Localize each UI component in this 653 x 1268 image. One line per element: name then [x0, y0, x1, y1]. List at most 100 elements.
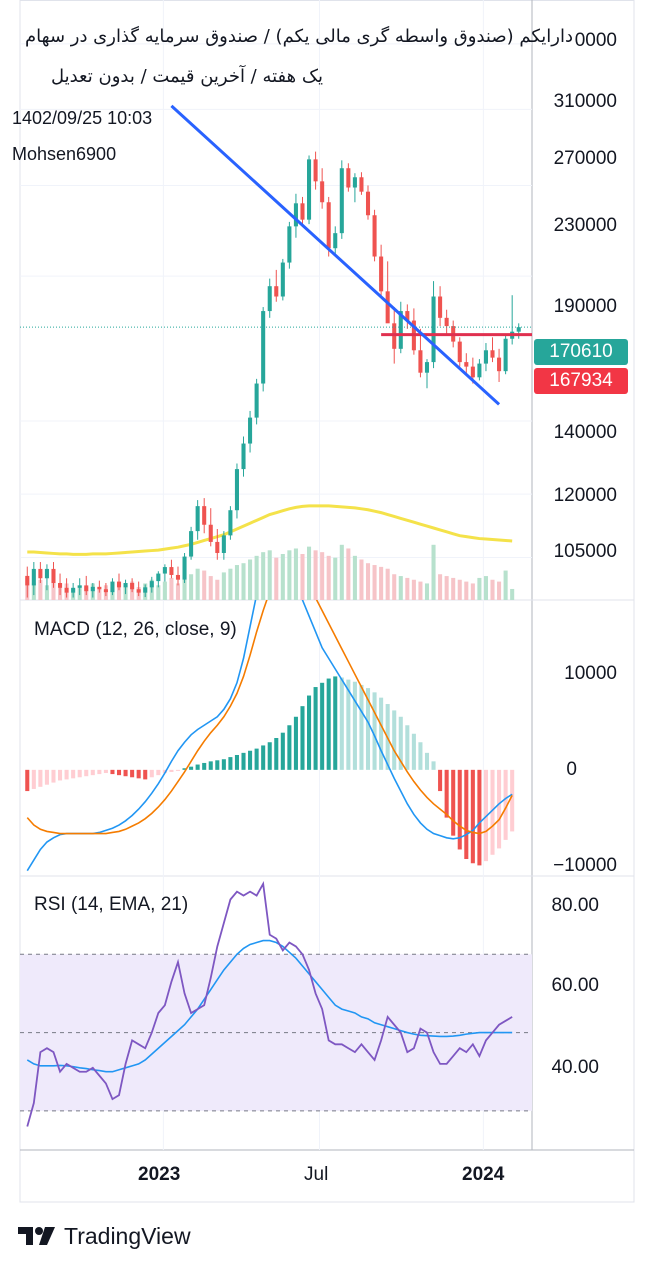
macd-histogram-bar	[287, 725, 292, 770]
candle-body	[280, 262, 285, 297]
volume-bar	[261, 552, 266, 600]
macd-histogram-bar	[300, 706, 305, 770]
volume-bar	[326, 555, 331, 600]
macd-histogram-bar	[359, 684, 364, 770]
macd-histogram-bar	[320, 682, 325, 770]
candle-body	[31, 568, 36, 586]
volume-bar	[431, 544, 436, 600]
macd-histogram-bar	[293, 716, 298, 770]
candle-body	[116, 581, 122, 588]
macd-histogram-bar	[274, 738, 279, 770]
volume-bar	[477, 577, 482, 600]
support-level-tag: 167934	[534, 368, 628, 394]
candle-body	[339, 168, 344, 234]
macd-histogram-bar	[195, 764, 200, 770]
candle-body	[84, 585, 89, 592]
candle-body	[103, 589, 108, 593]
macd-histogram-bar	[130, 769, 135, 778]
current-price-tag: 170610	[534, 339, 628, 365]
macd-histogram-bar	[339, 677, 344, 770]
macd-histogram-bar	[215, 760, 220, 770]
candle-body	[267, 286, 272, 312]
candle-body	[58, 583, 63, 588]
volume-bar	[483, 576, 488, 600]
candle-body	[385, 291, 390, 324]
candle-body	[274, 286, 279, 297]
macd-histogram-bar	[123, 769, 128, 777]
candle-body	[182, 556, 187, 580]
candle-body	[307, 159, 312, 220]
symbol-title: دارایکم (صندوق واسطه گری مالی یکم) / صند…	[25, 26, 573, 47]
candle-body	[110, 581, 115, 593]
candle-body	[38, 568, 43, 579]
macd-tick: 0	[566, 759, 577, 780]
chart-datetime: 1402/09/25 10:03	[12, 108, 153, 128]
candle-body	[333, 233, 338, 249]
macd-histogram-bar	[234, 754, 239, 770]
macd-histogram-bar	[267, 742, 272, 770]
volume-bar	[189, 574, 194, 600]
volume-bar	[175, 583, 181, 600]
volume-bar	[359, 559, 364, 600]
tradingview-logo[interactable]: TradingView	[18, 1220, 191, 1252]
macd-histogram-bar	[149, 769, 154, 778]
candle-body	[346, 168, 351, 188]
volume-bar	[208, 576, 213, 600]
price-tick: 140000	[553, 422, 617, 443]
candle-body	[97, 586, 102, 590]
macd-legend[interactable]: MACD (12, 26, close, 9)	[34, 619, 237, 641]
macd-line	[26, 600, 513, 872]
volume-bar	[346, 548, 351, 600]
candle-body	[130, 583, 135, 590]
candle-body	[64, 587, 69, 593]
candle-body	[261, 311, 266, 384]
volume-bar	[162, 581, 167, 600]
volume-bar	[398, 576, 403, 600]
volume-bar	[510, 588, 515, 600]
volume-bar	[365, 563, 371, 600]
macd-histogram-bar	[143, 769, 148, 780]
candle-body	[326, 202, 331, 249]
macd-histogram-bar	[477, 769, 482, 866]
chart-settings-line: یک هفته / آخرین قیمت / بدون تعدیل	[50, 66, 323, 87]
macd-histogram-bar	[444, 769, 449, 818]
price-tick: 310000	[553, 91, 617, 112]
candle-body	[175, 574, 181, 580]
volume-bar	[300, 554, 305, 600]
candle-body	[51, 568, 56, 584]
candle-body	[359, 177, 364, 192]
candle-body	[202, 506, 207, 525]
candle-body	[464, 362, 469, 367]
volume-bar	[313, 550, 318, 600]
rsi-legend[interactable]: RSI (14, EMA, 21)	[34, 894, 188, 916]
volume-bar	[287, 550, 292, 600]
macd-histogram-bar	[424, 752, 430, 770]
macd-histogram-bar	[470, 769, 475, 864]
volume-bar	[470, 583, 475, 600]
macd-histogram-bar	[464, 769, 469, 860]
macd-histogram-bar	[280, 732, 285, 770]
macd-histogram-bar	[25, 769, 30, 792]
trendline	[170, 104, 501, 406]
macd-tick: 10000	[564, 663, 617, 684]
candle-body	[25, 575, 30, 586]
candle-body	[300, 203, 305, 220]
macd-histogram-bar	[326, 678, 331, 770]
macd-histogram-bar	[254, 748, 259, 770]
volume-bar	[490, 579, 495, 600]
macd-histogram-bar	[189, 766, 194, 770]
volume-bar	[385, 568, 390, 600]
candle-body	[313, 159, 318, 182]
candle-body	[365, 191, 371, 216]
candle-body	[293, 203, 298, 227]
candle-body	[254, 383, 259, 418]
rsi-tick: 40.00	[551, 1057, 599, 1078]
volume-bar	[451, 577, 456, 600]
price-tick: 190000	[553, 296, 617, 317]
macd-histogram-bar	[418, 742, 423, 770]
macd-histogram-bar	[405, 725, 410, 770]
macd-histogram-bar	[497, 769, 502, 849]
macd-histogram-bar	[97, 769, 102, 775]
macd-histogram-bar	[307, 695, 312, 770]
volume-bar	[307, 546, 312, 600]
